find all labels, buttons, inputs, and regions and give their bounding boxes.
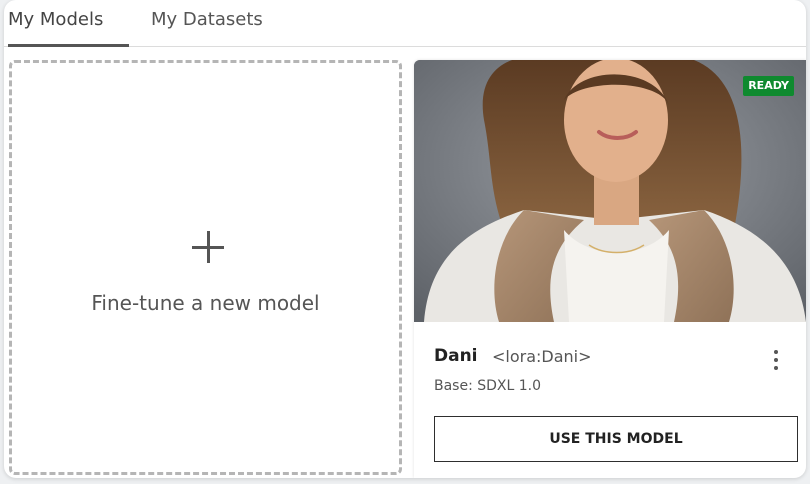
- model-card[interactable]: READY Dani <lora:Dani> Base: SDXL 1.0 US…: [414, 60, 806, 478]
- tab-bar: My Models My Datasets: [4, 0, 806, 47]
- models-panel: My Models My Datasets Fine-tune a new mo…: [4, 0, 806, 478]
- model-name: Dani: [434, 346, 478, 366]
- kebab-icon[interactable]: [766, 348, 786, 372]
- model-preview-image: [414, 60, 806, 322]
- tab-my-models[interactable]: My Models: [8, 6, 129, 47]
- use-this-model-button[interactable]: USE THIS MODEL: [434, 416, 798, 462]
- model-base: Base: SDXL 1.0: [434, 378, 542, 394]
- status-badge: READY: [743, 76, 794, 96]
- fine-tune-new-model-card[interactable]: Fine-tune a new model: [9, 60, 402, 475]
- plus-icon: [192, 231, 224, 263]
- model-thumbnail: READY: [414, 60, 806, 322]
- fine-tune-label: Fine-tune a new model: [91, 291, 320, 315]
- tab-my-datasets[interactable]: My Datasets: [151, 6, 263, 46]
- model-trigger-tag: <lora:Dani>: [492, 347, 592, 366]
